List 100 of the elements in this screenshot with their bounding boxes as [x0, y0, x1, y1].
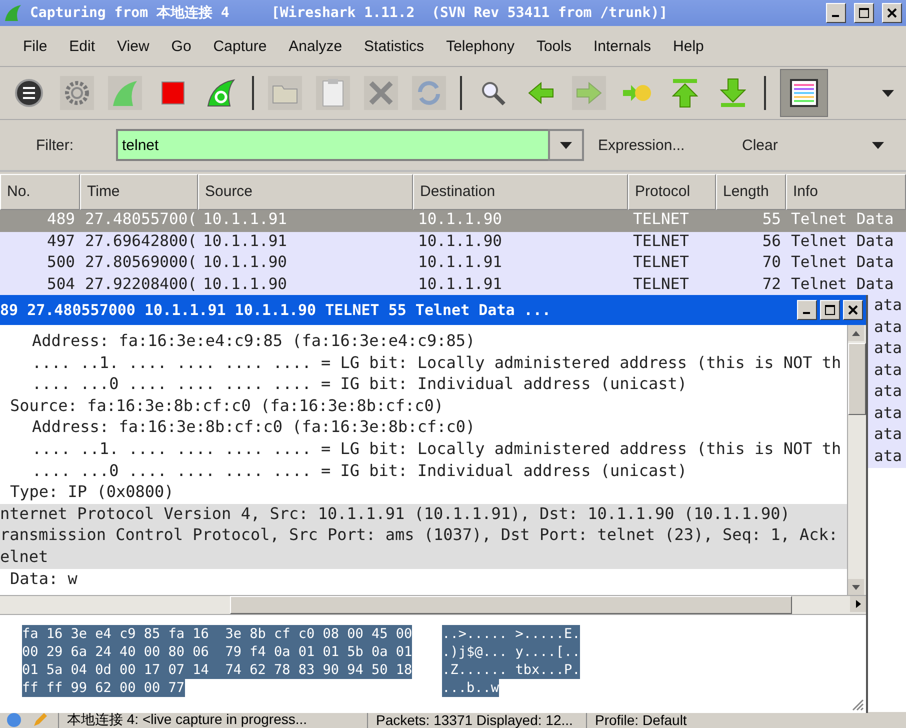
- tree-row[interactable]: ransmission Control Protocol, Src Port: ams (1037), Dst Port: telnet (23), Seq: 1, Ack:: [0, 525, 847, 547]
- menu-item[interactable]: Statistics: [353, 38, 436, 54]
- hex-bytes: 01 5a 04 0d 00 17 07 14 74 62 78 83 90 94 50 18: [22, 661, 412, 679]
- scrollbar[interactable]: [0, 595, 866, 615]
- tree-row[interactable]: nternet Protocol Version 4, Src: 10.1.1.91 (10.1.1.91), Dst: 10.1.1.90 (10.1.1.90): [0, 504, 847, 526]
- table-cell-text: ata: [874, 404, 903, 424]
- table-cell-text: ata: [874, 296, 903, 316]
- close-icon: [848, 305, 858, 315]
- table-cell-text: TELNET: [632, 232, 690, 252]
- table-cell-text: Telnet Data: [790, 274, 895, 294]
- column-header[interactable]: Protocol: [628, 174, 716, 210]
- table-cell-text: 55: [761, 210, 782, 230]
- toolbar-button[interactable]: [12, 76, 46, 110]
- packet-row[interactable]: 500 27.80569000( 10.1.1.90 10.1.1.91 TELNET 70 Telnet Data: [0, 253, 906, 274]
- menu-item[interactable]: Analyze: [278, 38, 354, 54]
- table-cell-text: 10.1.1.90: [417, 210, 503, 230]
- menu-item[interactable]: Capture: [202, 38, 278, 54]
- menu-item[interactable]: Telephony: [435, 38, 526, 54]
- column-header[interactable]: Time: [80, 174, 198, 210]
- right-arrow-icon: [575, 81, 603, 105]
- close-icon: [887, 8, 897, 18]
- search-icon: [480, 80, 506, 106]
- table-cell-text: 504: [46, 274, 76, 294]
- tree-row[interactable]: elnet: [0, 546, 847, 569]
- table-cell-text: 27.80569000(: [84, 253, 198, 273]
- menu-item[interactable]: Help: [662, 38, 715, 54]
- table-cell-text: ata: [874, 339, 903, 359]
- down-arrow-icon: [720, 78, 746, 108]
- table-cell-text: 10.1.1.90: [202, 253, 288, 273]
- table-cell-text: 10.1.1.90: [417, 232, 503, 252]
- up-arrow-icon[interactable]: [852, 330, 860, 336]
- clear-button[interactable]: Clear: [728, 136, 872, 154]
- table-cell-text: Telnet Data: [790, 210, 895, 230]
- fin-icon: [4, 4, 22, 22]
- column-header[interactable]: Destination: [413, 174, 628, 210]
- list-icon: [14, 78, 44, 108]
- document-icon: [322, 79, 344, 107]
- packet-row[interactable]: 497 27.69642800( 10.1.1.91 10.1.1.90 TELNET 56 Telnet Data: [0, 232, 906, 253]
- maximize-button[interactable]: [854, 3, 874, 23]
- table-cell-text: 27.48055700(: [84, 210, 198, 230]
- table-cell-text: ata: [874, 425, 903, 445]
- colored-lines-icon: [790, 79, 818, 107]
- maximize-button[interactable]: [820, 300, 840, 320]
- left-arrow-icon: [527, 81, 555, 105]
- ascii-bytes: ..>..... >.....E.: [442, 625, 580, 643]
- menu-item[interactable]: Internals: [582, 38, 662, 54]
- window-title: 89 27.480557000 10.1.1.91 10.1.1.90 TELNET 55 Telnet Data ...: [0, 301, 552, 319]
- column-header[interactable]: Length: [716, 174, 786, 210]
- hex-bytes: 00 29 6a 24 40 00 80 06 79 f4 0a 01 01 5b 0a 01: [22, 643, 412, 661]
- table-cell-text: 70: [761, 253, 782, 273]
- table-cell-text: Telnet Data: [790, 232, 895, 252]
- down-arrow-icon[interactable]: [852, 584, 860, 590]
- table-cell-text: TELNET: [632, 210, 690, 230]
- menu-item[interactable]: Edit: [58, 38, 106, 54]
- filter-field[interactable]: telnet: [116, 129, 548, 161]
- table-cell-text: 10.1.1.91: [202, 210, 288, 230]
- maximize-icon: [859, 8, 869, 18]
- menu-item[interactable]: File: [12, 38, 58, 54]
- up-arrow-icon: [672, 78, 698, 108]
- minimize-button[interactable]: [826, 3, 846, 23]
- close-button[interactable]: [843, 300, 863, 320]
- table-cell-text: 500: [46, 253, 76, 273]
- caret-icon: [882, 90, 894, 96]
- close-button[interactable]: [882, 3, 902, 23]
- table-cell-text: ata: [874, 382, 903, 402]
- hex-bytes: ff ff 99 62 00 00 77: [22, 679, 185, 697]
- minimize-button[interactable]: [797, 300, 817, 320]
- scrollbar[interactable]: [847, 325, 866, 595]
- toolbar-button[interactable]: [780, 69, 828, 117]
- table-cell-text: 27.69642800(: [84, 232, 198, 252]
- table-cell-text: ata: [874, 318, 903, 338]
- packet-row[interactable]: 504 27.92208400( 10.1.1.90 10.1.1.91 TELNET 72 Telnet Data: [0, 274, 906, 296]
- dropdown-button[interactable]: [548, 129, 584, 161]
- reload-icon: [416, 80, 442, 106]
- table-cell-text: 27.92208400(: [84, 274, 198, 294]
- fin-arrow-icon: [206, 78, 236, 108]
- menu-item[interactable]: Go: [160, 38, 202, 54]
- window-title: Capturing from 本地连接 4 [Wireshark 1.11.2 (SVN Rev 53411 from /trunk)]: [30, 4, 669, 22]
- ascii-bytes: .)j$@... y....[..: [442, 643, 580, 661]
- maximize-icon: [825, 305, 835, 315]
- table-cell-text: 10.1.1.90: [202, 274, 288, 294]
- column-header[interactable]: Source: [198, 174, 413, 210]
- expression-button[interactable]: Expression...: [584, 136, 728, 154]
- table-cell-text: 10.1.1.91: [417, 274, 503, 294]
- caret-icon: [872, 142, 884, 148]
- gear-icon: [64, 80, 90, 106]
- table-cell-text: TELNET: [632, 253, 690, 273]
- right-arrow-icon[interactable]: [856, 600, 860, 608]
- column-header[interactable]: No.: [0, 174, 80, 210]
- menu-item[interactable]: Tools: [525, 38, 582, 54]
- resize-grip-icon[interactable]: [850, 697, 864, 711]
- column-header[interactable]: Info: [786, 174, 906, 210]
- table-cell-text: 10.1.1.91: [417, 253, 503, 273]
- table-cell-text: 489: [46, 210, 76, 230]
- caret-icon: [560, 142, 572, 148]
- hex-bytes: fa 16 3e e4 c9 85 fa 16 3e 8b cf c0 08 00 45 00: [22, 625, 412, 643]
- menu-item[interactable]: View: [106, 38, 160, 54]
- table-cell-text: 497: [46, 232, 76, 252]
- ascii-bytes: .Z...... tbx...P.: [442, 661, 580, 679]
- table-cell-text: 56: [761, 232, 782, 252]
